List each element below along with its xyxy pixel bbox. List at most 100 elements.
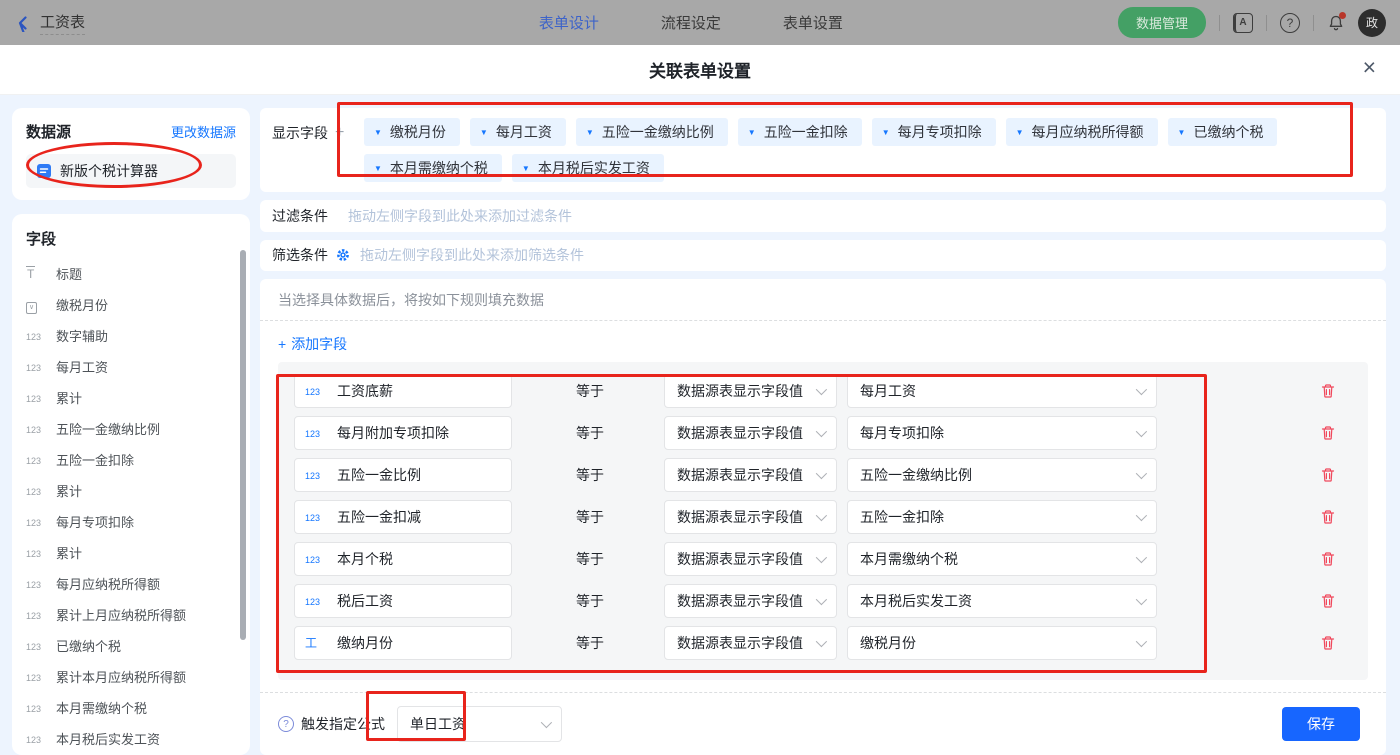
- field-label: 本月需缴纳个税: [56, 698, 147, 717]
- display-field-chip[interactable]: ▼ 每月专项扣除: [872, 118, 996, 146]
- screen-condition-dropzone[interactable]: 拖动左侧字段到此处来添加筛选条件: [360, 245, 584, 265]
- field-type-icon: [26, 482, 48, 500]
- rule-target-field[interactable]: 五险一金扣减: [294, 500, 512, 534]
- source-field-select[interactable]: 本月需缴纳个税: [847, 542, 1157, 576]
- field-type-icon: [26, 296, 48, 314]
- rule-target-field[interactable]: 税后工资: [294, 584, 512, 618]
- source-type-select[interactable]: 数据源表显示字段值: [664, 584, 837, 618]
- trash-icon[interactable]: [1320, 383, 1336, 399]
- rule-row: 五险一金扣减 等于 数据源表显示字段值 五险一金扣除: [294, 500, 1352, 534]
- scrollbar-thumb[interactable]: [240, 250, 246, 640]
- chip-label: 缴税月份: [390, 122, 446, 142]
- trigger-formula-label: 触发指定公式: [301, 714, 385, 734]
- field-label: 五险一金缴纳比例: [56, 419, 160, 438]
- field-type-icon: [26, 575, 48, 593]
- field-item[interactable]: 本月需缴纳个税: [26, 692, 250, 723]
- field-item[interactable]: 数字辅助: [26, 320, 250, 351]
- caret-down-icon: ▼: [374, 128, 382, 137]
- field-type-icon: [26, 637, 48, 655]
- source-field-select[interactable]: 五险一金扣除: [847, 500, 1157, 534]
- field-label: 累计上月应纳税所得额: [56, 605, 186, 624]
- close-icon[interactable]: ×: [1363, 56, 1376, 79]
- source-field-select[interactable]: 每月工资: [847, 374, 1157, 408]
- source-type-select[interactable]: 数据源表显示字段值: [664, 458, 837, 492]
- fields-list: 标题 缴税月份 数字辅助: [26, 258, 250, 754]
- trash-icon[interactable]: [1320, 551, 1336, 567]
- source-field-select[interactable]: 五险一金缴纳比例: [847, 458, 1157, 492]
- field-item[interactable]: 已缴纳个税: [26, 630, 250, 661]
- field-item[interactable]: 累计本月应纳税所得额: [26, 661, 250, 692]
- datasource-item[interactable]: 新版个税计算器: [26, 154, 236, 188]
- display-field-chip[interactable]: ▼ 五险一金扣除: [738, 118, 862, 146]
- trash-icon[interactable]: [1320, 509, 1336, 525]
- display-field-chip[interactable]: ▼ 已缴纳个税: [1168, 118, 1278, 146]
- left-panel: 数据源 更改数据源 新版个税计算器 字段 标题: [12, 108, 250, 755]
- source-type-select[interactable]: 数据源表显示字段值: [664, 374, 837, 408]
- field-item[interactable]: 每月应纳税所得额: [26, 568, 250, 599]
- field-item[interactable]: 累计上月应纳税所得额: [26, 599, 250, 630]
- save-button[interactable]: 保存: [1282, 707, 1360, 741]
- field-item[interactable]: 累计: [26, 475, 250, 506]
- rule-operator: 等于: [576, 423, 636, 443]
- field-type-icon: [305, 424, 329, 442]
- display-field-chips: ▼ 缴税月份 ▼ 每月工资 ▼ 五险一金缴纳比例: [364, 118, 1364, 182]
- notification-bell-icon[interactable]: [1327, 14, 1345, 32]
- field-item[interactable]: 五险一金扣除: [26, 444, 250, 475]
- source-type-select[interactable]: 数据源表显示字段值: [664, 542, 837, 576]
- topbar-tab[interactable]: 表单设置: [783, 12, 843, 33]
- chevron-down-icon: [816, 552, 827, 563]
- trash-icon[interactable]: [1320, 635, 1336, 651]
- field-item[interactable]: 缴税月份: [26, 289, 250, 320]
- field-item[interactable]: 五险一金缴纳比例: [26, 413, 250, 444]
- rule-target-field[interactable]: 每月附加专项扣除: [294, 416, 512, 450]
- address-book-icon[interactable]: A: [1233, 13, 1253, 33]
- add-display-field-button[interactable]: +: [335, 124, 344, 142]
- data-manage-button[interactable]: 数据管理: [1118, 7, 1206, 38]
- display-field-chip[interactable]: ▼ 五险一金缴纳比例: [576, 118, 728, 146]
- chevron-down-icon: [541, 717, 552, 728]
- source-type-select[interactable]: 数据源表显示字段值: [664, 416, 837, 450]
- display-field-chip[interactable]: ▼ 每月应纳税所得额: [1006, 118, 1158, 146]
- trash-icon[interactable]: [1320, 425, 1336, 441]
- field-item[interactable]: 每月专项扣除: [26, 506, 250, 537]
- chip-label: 每月应纳税所得额: [1032, 122, 1144, 142]
- form-title[interactable]: 工资表: [40, 11, 85, 35]
- filter-dropzone[interactable]: 拖动左侧字段到此处来添加过滤条件: [348, 206, 572, 226]
- display-field-chip[interactable]: ▼ 缴税月份: [364, 118, 460, 146]
- field-item[interactable]: 每月工资: [26, 351, 250, 382]
- field-item[interactable]: 标题: [26, 258, 250, 289]
- change-datasource-link[interactable]: 更改数据源: [171, 122, 236, 141]
- source-field-select[interactable]: 本月税后实发工资: [847, 584, 1157, 618]
- caret-down-icon: ▼: [522, 164, 530, 173]
- topbar: 工资表 表单设计 流程设定 表单设置 数据管理 A ? 政: [0, 0, 1400, 45]
- topbar-tab[interactable]: 流程设定: [661, 12, 721, 33]
- topbar-tab[interactable]: 表单设计: [539, 12, 599, 33]
- trash-icon[interactable]: [1320, 467, 1336, 483]
- add-rule-field-button[interactable]: + 添加字段: [278, 334, 347, 354]
- screen-condition-label: 筛选条件: [272, 245, 328, 265]
- rule-target-field[interactable]: 工资底薪: [294, 374, 512, 408]
- caret-down-icon: ▼: [480, 128, 488, 137]
- field-label: 累计: [56, 543, 82, 562]
- display-field-chip[interactable]: ▼ 本月需缴纳个税: [364, 154, 502, 182]
- display-field-chip[interactable]: ▼ 本月税后实发工资: [512, 154, 664, 182]
- rule-target-field[interactable]: 五险一金比例: [294, 458, 512, 492]
- rule-target-field[interactable]: 缴纳月份: [294, 626, 512, 660]
- field-item[interactable]: 累计: [26, 382, 250, 413]
- avatar[interactable]: 政: [1358, 9, 1386, 37]
- back-icon[interactable]: [14, 14, 32, 32]
- help-icon[interactable]: ?: [1280, 13, 1300, 33]
- source-type-select[interactable]: 数据源表显示字段值: [664, 500, 837, 534]
- display-field-chip[interactable]: ▼ 每月工资: [470, 118, 566, 146]
- source-field-select[interactable]: 每月专项扣除: [847, 416, 1157, 450]
- rule-target-field[interactable]: 本月个税: [294, 542, 512, 576]
- gear-icon[interactable]: [336, 248, 350, 262]
- field-item[interactable]: 本月税后实发工资: [26, 723, 250, 754]
- source-type-select[interactable]: 数据源表显示字段值: [664, 626, 837, 660]
- trash-icon[interactable]: [1320, 593, 1336, 609]
- formula-select[interactable]: 单日工资: [397, 706, 562, 742]
- field-item[interactable]: 累计: [26, 537, 250, 568]
- chevron-down-icon: [816, 384, 827, 395]
- source-field-select[interactable]: 缴税月份: [847, 626, 1157, 660]
- related-form-settings-modal: 关联表单设置 × 数据源 更改数据源 新版个税计算器 字段: [0, 45, 1400, 755]
